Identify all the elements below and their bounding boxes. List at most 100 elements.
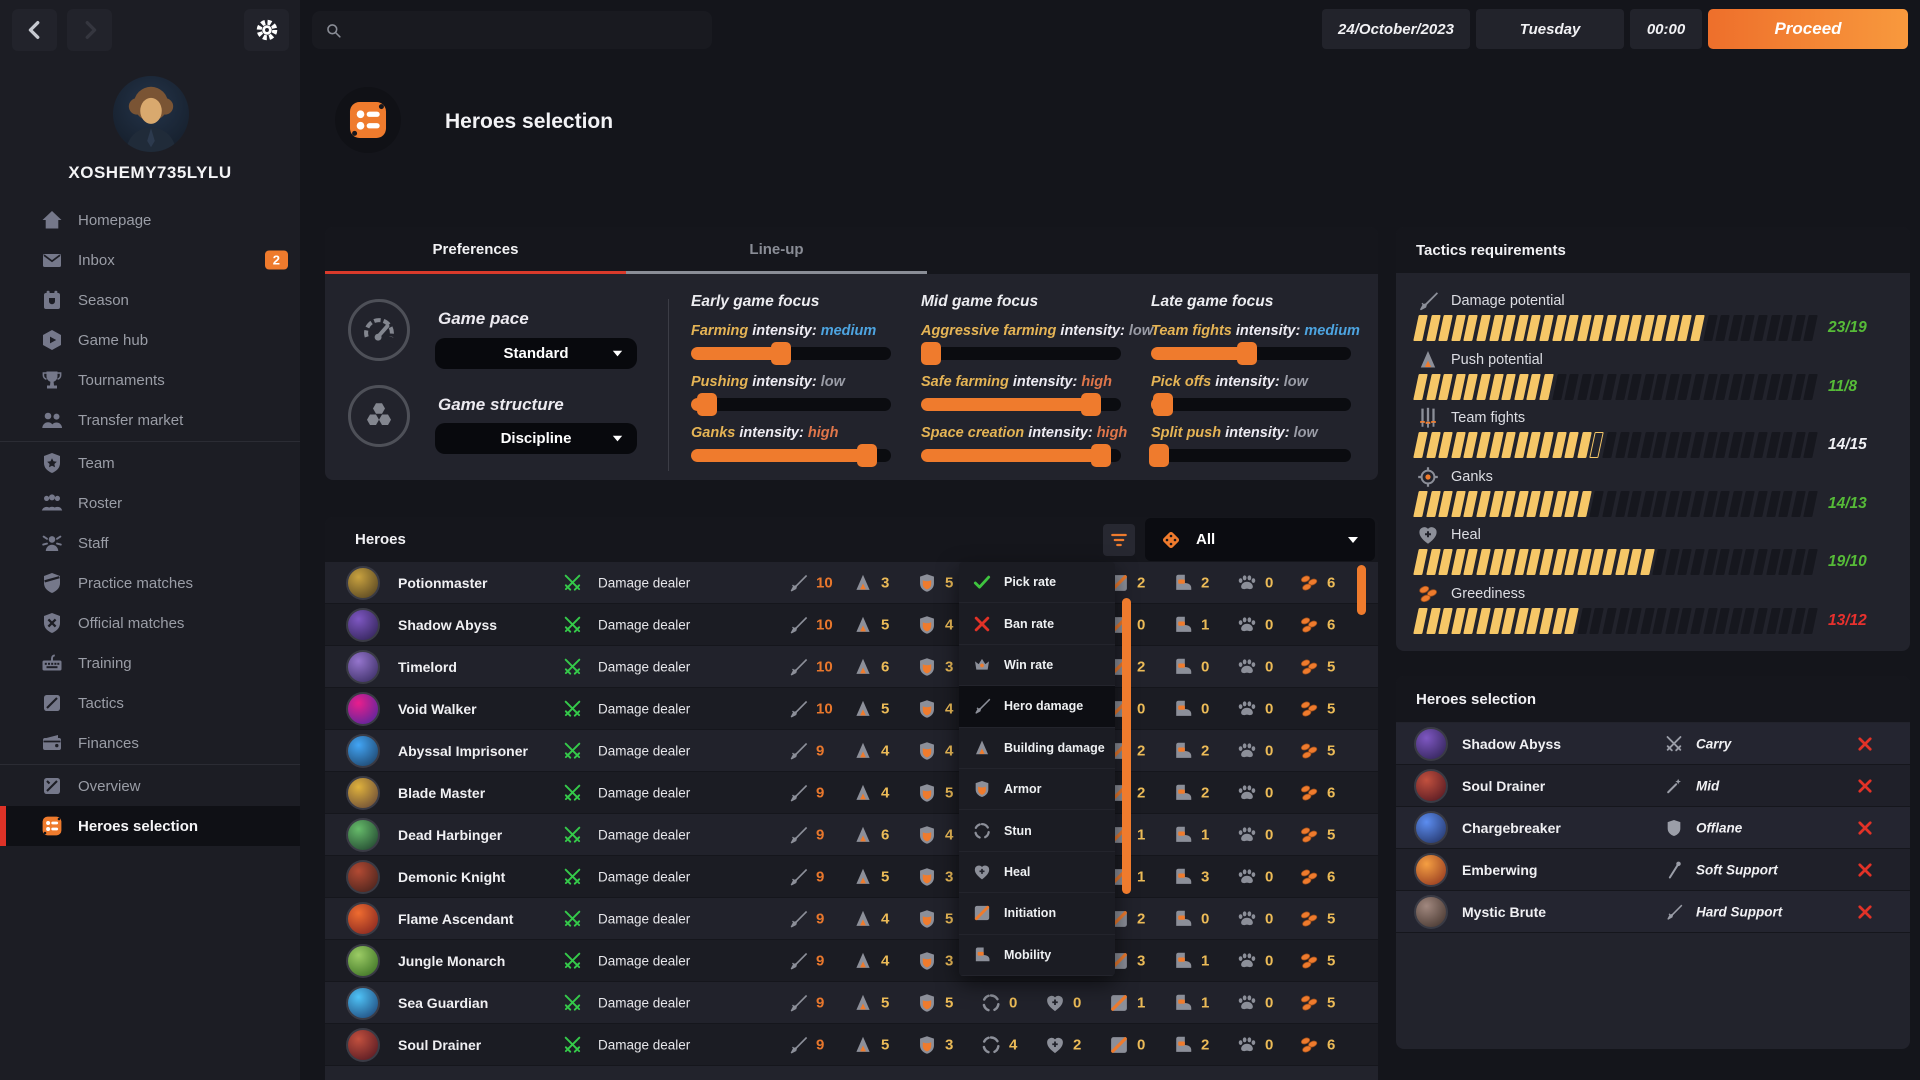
sidebar-item-inbox[interactable]: Inbox 2 <box>0 240 300 280</box>
filter-option-armor[interactable]: Armor <box>959 769 1115 810</box>
remove-hero-button[interactable] <box>1856 903 1874 921</box>
sidebar-item-finances[interactable]: Finances <box>0 723 300 763</box>
slider-handle[interactable] <box>697 393 717 416</box>
slider-track[interactable] <box>921 347 1121 360</box>
metric-name: Damage potential <box>1451 293 1565 309</box>
remove-hero-button[interactable] <box>1856 819 1874 837</box>
sidebar-item-overview[interactable]: Overview <box>0 766 300 806</box>
hero-row-jungle-monarch[interactable]: Jungle Monarch Damage dealer 9 4 3 3 1 0… <box>325 940 1378 982</box>
page-title: Heroes selection <box>445 110 613 134</box>
bar-segment <box>1413 432 1428 458</box>
stat-sword: 9 <box>816 952 824 969</box>
hero-row-soul-drainer[interactable]: Soul Drainer Damage dealer 9 5 3 4 2 0 2… <box>325 1024 1378 1066</box>
filter-menu-scrollbar[interactable] <box>1122 598 1131 894</box>
bar-segment <box>1602 315 1617 341</box>
role-filter-select[interactable]: All <box>1145 518 1375 561</box>
filter-button[interactable] <box>1103 524 1135 556</box>
slider-handle[interactable] <box>1153 393 1173 416</box>
stat-shield: 5 <box>945 910 953 927</box>
heroes-table-scrollbar[interactable] <box>1357 565 1366 615</box>
stat-slash: 2 <box>1137 784 1145 801</box>
bar-segment <box>1778 549 1793 575</box>
slider-track[interactable] <box>921 398 1121 411</box>
damage-dealer-icon <box>562 740 583 761</box>
slider-pushing: Pushing intensity: low <box>691 374 903 411</box>
filter-option-win-rate[interactable]: Win rate <box>959 645 1115 686</box>
hero-row-shadow-abyss[interactable]: Shadow Abyss Damage dealer 10 5 4 0 1 0 … <box>325 604 1378 646</box>
boot-icon <box>1172 614 1194 636</box>
hero-role: Damage dealer <box>598 575 690 590</box>
hero-row-dead-harbinger[interactable]: Dead Harbinger Damage dealer 9 6 4 1 1 0… <box>325 814 1378 856</box>
slider-handle[interactable] <box>1149 444 1169 467</box>
hero-row-timelord[interactable]: Timelord Damage dealer 10 6 3 2 0 0 5 <box>325 646 1378 688</box>
slider-track[interactable] <box>691 449 891 462</box>
bar-segment <box>1438 315 1453 341</box>
sidebar-item-training[interactable]: Training <box>0 643 300 683</box>
slider-handle[interactable] <box>1081 393 1101 416</box>
sidebar-item-game-hub[interactable]: Game hub <box>0 320 300 360</box>
slider-track[interactable] <box>691 398 891 411</box>
hero-row-void-walker[interactable]: Void Walker Damage dealer 10 5 4 0 0 0 5 <box>325 688 1378 730</box>
search-bar[interactable] <box>312 11 712 49</box>
hero-row-abyssal-imprisoner[interactable]: Abyssal Imprisoner Damage dealer 9 4 4 2… <box>325 730 1378 772</box>
sidebar-item-tactics[interactable]: Tactics <box>0 683 300 723</box>
slider-handle[interactable] <box>1091 444 1111 467</box>
filter-option-stun[interactable]: Stun <box>959 810 1115 851</box>
forward-button[interactable] <box>67 9 112 51</box>
sidebar-item-transfer-market[interactable]: Transfer market <box>0 400 300 440</box>
filter-option-initiation[interactable]: Initiation <box>959 893 1115 934</box>
remove-hero-button[interactable] <box>1856 777 1874 795</box>
bar-segment <box>1464 608 1479 634</box>
slider-track[interactable] <box>1151 398 1351 411</box>
sidebar-item-homepage[interactable]: Homepage <box>0 200 300 240</box>
slider-handle[interactable] <box>921 342 941 365</box>
slider-handle[interactable] <box>771 342 791 365</box>
sidebar-item-staff[interactable]: Staff <box>0 523 300 563</box>
slider-handle[interactable] <box>1237 342 1257 365</box>
sidebar-item-practice-matches[interactable]: Practice matches <box>0 563 300 603</box>
slider-track[interactable] <box>691 347 891 360</box>
slash-icon <box>972 903 992 923</box>
tab-preferences[interactable]: Preferences <box>325 227 626 274</box>
paw-icon <box>1236 698 1258 720</box>
game-pace-select[interactable]: Standard <box>435 338 637 369</box>
slider-track[interactable] <box>1151 449 1351 462</box>
hero-name: Timelord <box>398 659 457 675</box>
bar-segment <box>1804 315 1819 341</box>
sidebar-item-season[interactable]: Season <box>0 280 300 320</box>
slider-track[interactable] <box>1151 347 1351 360</box>
settings-button[interactable] <box>244 9 289 51</box>
hero-role: Damage dealer <box>598 827 690 842</box>
stat-boot: 2 <box>1201 742 1209 759</box>
hero-row-potionmaster[interactable]: Potionmaster Damage dealer 10 3 5 2 2 0 … <box>325 562 1378 604</box>
filter-option-pick-rate[interactable]: Pick rate <box>959 562 1115 603</box>
shield-icon <box>916 950 938 972</box>
slider-track[interactable] <box>921 449 1121 462</box>
slider-handle[interactable] <box>857 444 877 467</box>
hero-row-flame-ascendant[interactable]: Flame Ascendant Damage dealer 9 4 5 2 0 … <box>325 898 1378 940</box>
sidebar-item-official-matches[interactable]: Official matches <box>0 603 300 643</box>
metric-bar: 13/12 <box>1416 608 1819 634</box>
sidebar-item-tournaments[interactable]: Tournaments <box>0 360 300 400</box>
sidebar-item-heroes-selection[interactable]: Heroes selection <box>0 806 300 846</box>
bar-segment <box>1715 315 1730 341</box>
filter-option-mobility[interactable]: Mobility <box>959 935 1115 976</box>
proceed-button[interactable]: Proceed <box>1708 9 1908 49</box>
hero-row-blade-master[interactable]: Blade Master Damage dealer 9 4 5 2 2 0 6 <box>325 772 1378 814</box>
back-button[interactable] <box>12 9 57 51</box>
remove-hero-button[interactable] <box>1856 735 1874 753</box>
game-structure-select[interactable]: Discipline <box>435 423 637 454</box>
hero-row-demonic-knight[interactable]: Demonic Knight Damage dealer 9 5 3 1 3 0… <box>325 856 1378 898</box>
sidebar-item-roster[interactable]: Roster <box>0 483 300 523</box>
filter-option-heal[interactable]: Heal <box>959 852 1115 893</box>
remove-hero-button[interactable] <box>1856 861 1874 879</box>
filter-option-building-damage[interactable]: Building damage <box>959 728 1115 769</box>
filter-option-hero-damage[interactable]: Hero damage <box>959 686 1115 727</box>
hero-row-sea-guardian[interactable]: Sea Guardian Damage dealer 9 5 5 0 0 1 1… <box>325 982 1378 1024</box>
shield-icon <box>916 824 938 846</box>
search-input[interactable] <box>351 22 681 38</box>
filter-option-ban-rate[interactable]: Ban rate <box>959 603 1115 644</box>
tab-line-up[interactable]: Line-up <box>626 227 927 274</box>
bar-segment <box>1476 432 1491 458</box>
sidebar-item-team[interactable]: Team <box>0 443 300 483</box>
